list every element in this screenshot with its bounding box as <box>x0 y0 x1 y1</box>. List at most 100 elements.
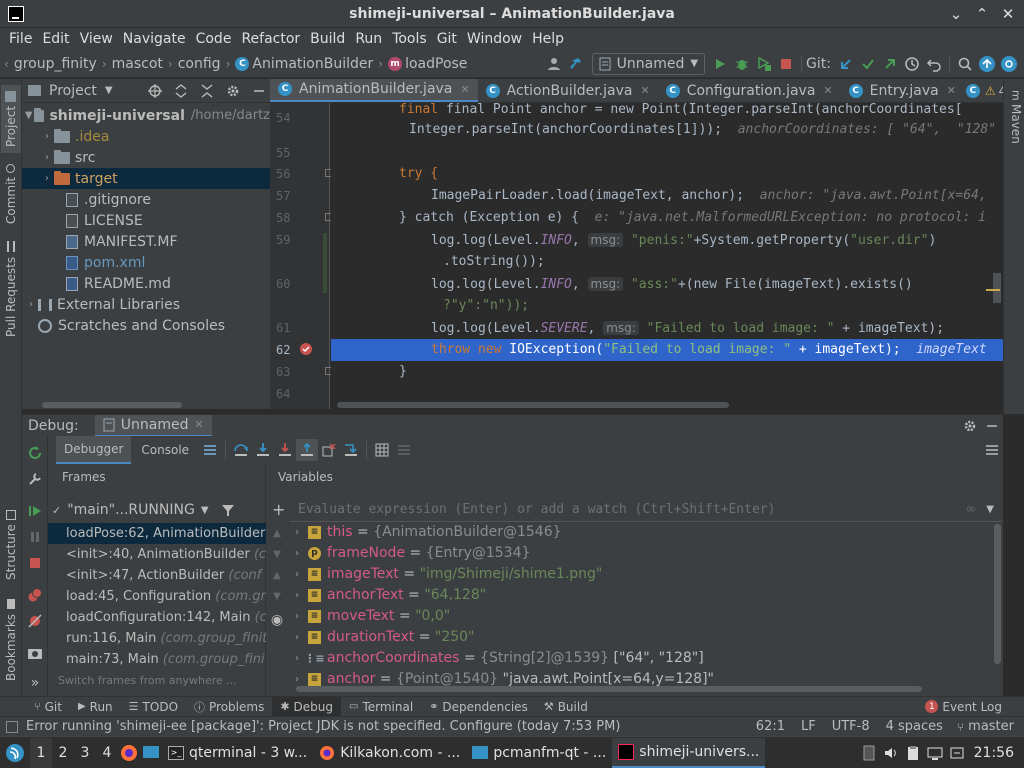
minimize-button[interactable]: ⌄ <box>948 4 964 24</box>
horizontal-scrollbar[interactable] <box>296 686 922 692</box>
chevron-up-icon[interactable]: ▲ <box>273 528 281 539</box>
variable-row[interactable]: › ≡ moveText = "0,0" <box>290 606 450 627</box>
layout-menu-icon[interactable] <box>199 439 221 461</box>
clipboard-icon[interactable] <box>902 738 924 768</box>
caret-position[interactable]: 62:1 <box>756 719 785 734</box>
breadcrumb-animation-builder[interactable]: C AnimationBuilder <box>233 56 375 72</box>
frame-row[interactable]: run:116, Main (com.group_finit <box>48 628 266 649</box>
pull-requests-tool-tab[interactable]: Pull Requests <box>1 239 21 339</box>
power-icon[interactable] <box>946 738 968 768</box>
resume-icon[interactable] <box>24 500 46 522</box>
commit-tool-tab[interactable]: Commit <box>1 159 21 229</box>
maven-tool-tab[interactable]: m Maven <box>1006 87 1024 147</box>
variable-row[interactable]: › ≡ durationText = "250" <box>290 627 474 648</box>
settings-gear-icon[interactable] <box>998 53 1020 75</box>
menu-run[interactable]: Run <box>350 28 387 50</box>
run-to-cursor-icon[interactable] <box>340 439 362 461</box>
view-breakpoints-icon[interactable] <box>24 584 46 606</box>
variable-row[interactable]: › ≡ imageText = "img/Shimeji/shime1.png" <box>290 564 602 585</box>
tool-event-log[interactable]: 1 Event Log <box>917 697 1010 717</box>
chevron-down-icon[interactable]: ▼ <box>24 110 34 121</box>
tab-animation-builder[interactable]: C AnimationBuilder.java ✕ <box>270 79 478 102</box>
stop-icon[interactable] <box>24 552 46 574</box>
project-panel-title[interactable]: Project <box>49 83 97 99</box>
frame-row[interactable]: main:73, Main (com.group_fini <box>48 649 266 670</box>
menu-view[interactable]: View <box>75 28 118 50</box>
glasses-icon[interactable]: ∞ <box>965 502 976 517</box>
tool-todo[interactable]: ☰ TODO <box>121 697 186 717</box>
eye-icon[interactable]: ◉ <box>271 612 283 628</box>
inspection-widget[interactable]: ⚠4 ⚠4 ⌃ ⌄ <box>985 84 1003 98</box>
chevron-right-icon[interactable]: › <box>290 564 304 585</box>
evaluate-expression-bar[interactable]: Evaluate expression (Enter) or add a wat… <box>290 498 1002 522</box>
chevron-down-icon[interactable]: ▼ <box>105 85 113 96</box>
status-toggle-icon[interactable] <box>6 720 18 733</box>
tab-debugger[interactable]: Debugger <box>56 436 132 464</box>
menu-code[interactable]: Code <box>191 28 237 50</box>
code-editor[interactable]: final final Point anchor = new Point(Int… <box>331 103 1003 409</box>
menu-build[interactable]: Build <box>305 28 350 50</box>
variable-row[interactable]: › ⋮≡ anchorCoordinates = {String[2]@1539} … <box>290 648 704 669</box>
tree-item-gitignore[interactable]: .gitignore <box>22 189 270 210</box>
step-out-icon[interactable] <box>296 439 319 461</box>
editor-gutter[interactable]: 54 55 56 57 58 59 60 61 62 63 64 <box>270 103 333 409</box>
evaluate-expression-input[interactable]: Evaluate expression (Enter) or add a wat… <box>298 502 775 517</box>
tab-action-builder[interactable]: C ActionBuilder.java ✕ <box>478 79 658 102</box>
tab-configuration[interactable]: C Configuration.java ✕ <box>658 79 841 102</box>
chevron-right-icon[interactable]: › <box>290 585 304 606</box>
more-actions-icon[interactable]: » <box>24 672 46 694</box>
variable-row[interactable]: › ≡ anchorText = "64,128" <box>290 585 486 606</box>
line-separator[interactable]: LF <box>801 719 816 734</box>
bookmarks-tool-tab[interactable]: Bookmarks <box>1 595 21 685</box>
ide-update-icon[interactable] <box>976 53 998 75</box>
git-push-icon[interactable] <box>879 53 901 75</box>
close-button[interactable]: ✕ <box>1000 4 1016 24</box>
menu-help[interactable]: Help <box>527 28 569 50</box>
chevron-right-icon[interactable]: › <box>24 299 38 310</box>
close-icon[interactable]: ✕ <box>194 418 203 431</box>
chevron-right-icon[interactable]: › <box>290 606 304 627</box>
rollback-icon[interactable] <box>923 53 945 75</box>
tool-dependencies[interactable]: ⚭ Dependencies <box>421 697 536 717</box>
history-clock-icon[interactable] <box>901 53 923 75</box>
breadcrumb-mascot[interactable]: mascot <box>110 56 165 72</box>
tree-item-license[interactable]: LICENSE <box>22 210 270 231</box>
firefox-launcher-icon[interactable] <box>118 738 140 768</box>
task-pcmanfm[interactable]: pcmanfm-qt - ... <box>466 738 612 768</box>
start-menu-icon[interactable] <box>0 738 30 768</box>
tree-item-manifest[interactable]: MANIFEST.MF <box>22 231 270 252</box>
tab-overflow[interactable]: C <box>964 79 985 102</box>
chevron-down-icon[interactable]: ▼ <box>273 549 281 560</box>
tab-console[interactable]: Console <box>131 436 199 464</box>
tree-item-external-libraries[interactable]: › External Libraries <box>22 294 270 315</box>
chevron-right-icon[interactable]: › <box>290 648 304 669</box>
task-firefox[interactable]: Kilkakon.com - ... <box>313 738 466 768</box>
tree-item-scratches[interactable]: Scratches and Consoles <box>22 315 270 336</box>
tree-item-root[interactable]: ▼ shimeji-universal /home/dartz <box>22 105 270 126</box>
user-profile-icon[interactable] <box>544 53 566 75</box>
vertical-scrollbar[interactable] <box>993 273 1001 303</box>
vertical-scrollbar[interactable] <box>994 524 1001 664</box>
menu-navigate[interactable]: Navigate <box>118 28 191 50</box>
step-into-icon[interactable] <box>252 439 274 461</box>
breakpoint-icon[interactable] <box>299 342 313 356</box>
locate-target-icon[interactable] <box>144 80 166 102</box>
menu-edit[interactable]: Edit <box>37 28 74 50</box>
chevron-right-icon[interactable]: › <box>290 522 304 543</box>
indent-setting[interactable]: 4 spaces <box>886 719 943 734</box>
close-icon[interactable]: ✕ <box>823 84 832 97</box>
run-configuration-select[interactable]: Unnamed ▼ <box>591 52 706 75</box>
debug-icon[interactable] <box>731 53 753 75</box>
tree-item-idea[interactable]: › .idea <box>22 126 270 147</box>
clock[interactable]: 21:56 <box>968 745 1024 761</box>
git-update-icon[interactable] <box>835 53 857 75</box>
git-branch[interactable]: master <box>968 719 1014 734</box>
tool-problems[interactable]: ⓘ Problems <box>186 697 272 717</box>
gear-icon[interactable] <box>222 80 244 102</box>
drop-frame-icon[interactable] <box>318 439 340 461</box>
chevron-down-icon[interactable]: ▼ <box>273 591 281 602</box>
tree-item-src[interactable]: › src <box>22 147 270 168</box>
rerun-icon[interactable] <box>24 442 46 464</box>
filter-icon[interactable] <box>221 503 235 517</box>
chevron-right-icon[interactable]: › <box>290 627 304 648</box>
